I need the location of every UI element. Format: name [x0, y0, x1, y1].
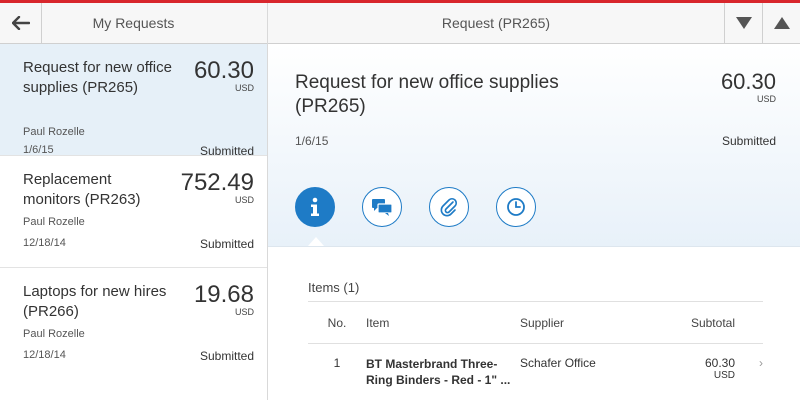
request-title: Laptops for new hires (PR266) [23, 283, 167, 320]
chevron-down-icon [735, 17, 752, 29]
tab-comments[interactable] [362, 187, 402, 227]
request-detail-pane: Request (PR265) Request for new office s… [268, 2, 800, 400]
request-date: 1/6/15 [23, 144, 54, 156]
table-row[interactable]: 1 BT Masterbrand Three-Ring Binders - Re… [308, 344, 763, 388]
item-subtotal: 60.30 [704, 356, 735, 370]
detail-tabs [295, 187, 536, 227]
history-icon [507, 198, 525, 216]
column-header-no: No. [327, 315, 347, 330]
item-number: 1 [333, 356, 341, 370]
attachment-icon [440, 197, 458, 217]
items-table-header: No. Item Supplier Subtotal [308, 302, 763, 344]
item-supplier: Schafer Office [520, 356, 596, 370]
request-currency: USD [234, 195, 254, 205]
active-tab-pointer [308, 237, 324, 246]
request-summary: Request for new office supplies (PR265) … [268, 44, 800, 247]
info-icon [311, 197, 319, 216]
item-description: BT Masterbrand Three-Ring Binders - Red … [366, 357, 511, 387]
tab-history[interactable] [496, 187, 536, 227]
request-amount: 19.68 [193, 281, 254, 308]
detail-date: 1/6/15 [295, 134, 329, 148]
tab-info[interactable] [295, 187, 335, 227]
back-button[interactable] [0, 2, 42, 44]
request-status: Submitted [199, 237, 254, 251]
detail-header-title: Request (PR265) [441, 15, 551, 31]
items-heading: Items (1) [308, 280, 763, 302]
detail-currency: USD [756, 94, 776, 104]
request-currency: USD [234, 307, 254, 317]
list-header: My Requests [0, 2, 267, 44]
chevron-right-icon: › [759, 356, 763, 370]
comments-icon [372, 199, 393, 216]
request-amount: 752.49 [180, 169, 254, 196]
request-requester: Paul Rozelle [23, 216, 85, 228]
detail-title: Request for new office supplies (PR265) [295, 72, 559, 117]
request-status: Submitted [199, 349, 254, 363]
request-title: Replacement monitors (PR263) [23, 171, 141, 208]
requests-list-pane: My Requests Request for new office suppl… [0, 2, 268, 400]
request-title: Request for new office supplies (PR265) [23, 59, 172, 96]
request-requester: Paul Rozelle [23, 328, 85, 340]
column-header-item: Item [366, 315, 390, 330]
column-header-subtotal: Subtotal [690, 315, 735, 330]
request-list-item[interactable]: Laptops for new hires (PR266) 19.68 USD … [0, 268, 267, 380]
next-request-button[interactable] [724, 2, 762, 44]
request-requester: Paul Rozelle [23, 126, 85, 138]
request-list-item[interactable]: Request for new office supplies (PR265) … [0, 44, 267, 158]
column-header-supplier: Supplier [520, 315, 565, 330]
item-currency: USD [713, 370, 735, 381]
detail-status: Submitted [721, 134, 776, 148]
request-list-item[interactable]: Replacement monitors (PR263) 752.49 USD … [0, 156, 267, 268]
back-arrow-icon [11, 16, 30, 30]
previous-request-button[interactable] [762, 2, 800, 44]
chevron-up-icon [773, 17, 790, 29]
list-title: My Requests [92, 15, 175, 31]
request-date: 12/18/14 [23, 237, 66, 249]
items-section: Items (1) No. Item Supplier Subtotal 1 B… [308, 280, 763, 388]
detail-amount: 60.30 [720, 69, 776, 94]
request-date: 12/18/14 [23, 349, 66, 361]
tab-attachments[interactable] [429, 187, 469, 227]
detail-header: Request (PR265) [268, 2, 800, 44]
request-amount: 60.30 [193, 57, 254, 84]
request-currency: USD [234, 83, 254, 93]
